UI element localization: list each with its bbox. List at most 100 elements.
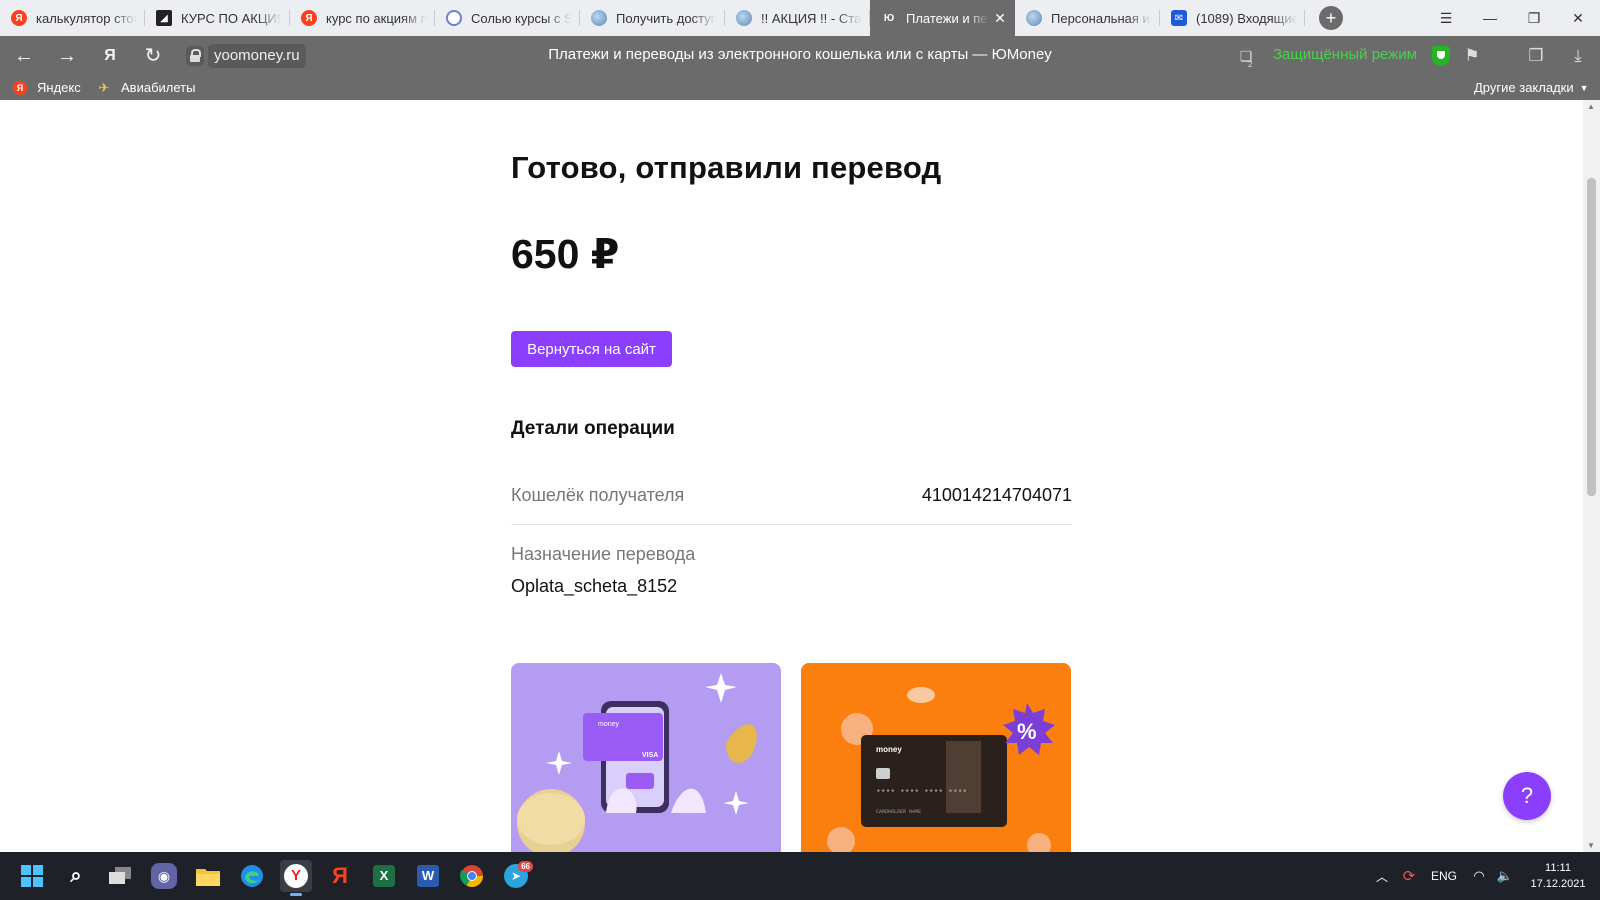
- divider: [511, 524, 1072, 525]
- tab-search[interactable]: Я курс по акциям п: [290, 0, 435, 36]
- globe-icon: [1026, 10, 1042, 26]
- address-bar[interactable]: yoomoney.ru: [208, 44, 306, 68]
- promo-card-brand: money: [876, 745, 902, 754]
- globe-icon: [736, 10, 752, 26]
- close-icon[interactable]: ✕: [993, 10, 1007, 27]
- windows-taskbar: ⌕ ◉ Y Я X W ➤ 66 ︿ ⟳ ENG ◠ 🔈 11:11 17.12.…: [0, 852, 1600, 900]
- scroll-up-icon[interactable]: ▲: [1587, 102, 1595, 111]
- protect-mode-label[interactable]: Защищённый режим: [1273, 46, 1417, 63]
- bookmarks-bar: Я Яндекс ✈ Авиабилеты Другие закладки ▼: [0, 76, 1600, 100]
- tabs-count-icon[interactable]: ❏ 2: [1234, 44, 1258, 69]
- tab-inbox[interactable]: ✉ (1089) Входящие: [1160, 0, 1305, 36]
- tabs-count: 2: [1248, 60, 1253, 69]
- forward-icon[interactable]: →: [55, 44, 79, 68]
- telegram-icon[interactable]: ➤ 66: [500, 860, 533, 892]
- plane-icon: ✈: [98, 79, 110, 95]
- details-title: Детали операции: [511, 418, 675, 439]
- word-icon[interactable]: W: [412, 860, 444, 892]
- excel-icon[interactable]: X: [368, 860, 400, 892]
- page-scrollbar[interactable]: ▲ ▼: [1583, 100, 1600, 852]
- task-view-icon[interactable]: [104, 860, 136, 892]
- bookmark-avia[interactable]: ✈ Авиабилеты: [97, 79, 196, 95]
- window-controls: ☰ — ❐ ✕: [1424, 0, 1600, 36]
- lock-icon[interactable]: [186, 46, 204, 66]
- tab-label: !! АКЦИЯ !! - Стат: [761, 10, 862, 26]
- telegram-badge: 66: [518, 861, 533, 872]
- tab-get-access[interactable]: Получить доступ: [580, 0, 725, 36]
- protect-shield-icon[interactable]: [1432, 46, 1450, 66]
- back-to-site-button[interactable]: Вернуться на сайт: [511, 331, 672, 367]
- tab-courses-leak[interactable]: Солью курсы с SI: [435, 0, 580, 36]
- explorer-icon[interactable]: [192, 860, 224, 892]
- tab-payments[interactable]: Ю Платежи и пер ✕: [870, 0, 1015, 36]
- promo-badge-label: %: [1017, 719, 1037, 744]
- tab-label: калькулятор стоп: [36, 10, 137, 26]
- new-tab-button[interactable]: +: [1319, 6, 1343, 30]
- promo-card-number: **** **** **** ****: [876, 789, 967, 798]
- tab-calculator[interactable]: Я калькулятор стоп: [0, 0, 145, 36]
- close-window-icon[interactable]: ✕: [1556, 10, 1600, 27]
- tab-promo[interactable]: !! АКЦИЯ !! - Стат: [725, 0, 870, 36]
- start-icon[interactable]: [16, 860, 48, 892]
- yandex-icon: Я: [13, 80, 27, 95]
- purpose-value: Oplata_scheta_8152: [511, 576, 678, 596]
- course-icon: ◢: [156, 10, 172, 26]
- clock[interactable]: 11:11 17.12.2021: [1528, 860, 1588, 892]
- chevron-up-icon[interactable]: ︿: [1370, 868, 1394, 885]
- restore-icon[interactable]: ❐: [1512, 10, 1556, 27]
- volume-icon[interactable]: 🔈: [1494, 868, 1516, 884]
- success-title: Готово, отправили перевод: [511, 150, 942, 185]
- language-indicator[interactable]: ENG: [1424, 869, 1464, 883]
- bookmark-label: Яндекс: [37, 80, 81, 95]
- shield-icon: [446, 10, 462, 26]
- tab-label: Персональная ин: [1051, 10, 1152, 26]
- reload-icon[interactable]: ↻: [141, 44, 165, 68]
- address-toolbar: ← → Я ↻ yoomoney.ru Платежи и переводы и…: [0, 36, 1600, 76]
- chrome-icon[interactable]: [456, 860, 488, 892]
- tab-label: (1089) Входящие: [1196, 10, 1297, 26]
- tab-course[interactable]: ◢ КУРС ПО АКЦИЯМ: [145, 0, 290, 36]
- mail-icon: ✉: [1171, 10, 1187, 26]
- bookmark-yandex[interactable]: Я Яндекс: [13, 80, 81, 95]
- yandex-icon: Я: [11, 10, 27, 26]
- wifi-icon[interactable]: ◠: [1464, 868, 1494, 884]
- clock-time: 11:11: [1545, 862, 1571, 874]
- tab-label: Солью курсы с SI: [471, 10, 572, 26]
- system-tray: ︿ ⟳ ENG ◠ 🔈: [1370, 852, 1516, 900]
- yandex-browser-icon[interactable]: Y: [280, 860, 312, 896]
- tab-label: Получить доступ: [616, 10, 717, 26]
- tab-label: курс по акциям п: [326, 10, 427, 26]
- wallet-label: Кошелёк получателя: [511, 485, 685, 505]
- promo-card-brand: money: [598, 721, 620, 728]
- wallet-value: 4100142147040​71: [921, 485, 1072, 505]
- other-bookmarks[interactable]: Другие закладки ▼: [1474, 80, 1589, 95]
- scroll-down-icon[interactable]: ▼: [1587, 841, 1595, 850]
- clock-date: 17.12.2021: [1530, 878, 1586, 890]
- promo-card-bankcard[interactable]: money **** **** **** **** CARDHOLDER NAM…: [801, 663, 1071, 852]
- yandex-home-icon[interactable]: Я: [98, 44, 122, 68]
- promo-card-holder: CARDHOLDER NAME: [876, 809, 921, 815]
- download-icon[interactable]: ⤓: [1566, 44, 1590, 68]
- other-bookmarks-label: Другие закладки: [1474, 80, 1574, 95]
- phone-illustration: money VISA: [517, 673, 757, 852]
- chat-icon[interactable]: ◉: [151, 863, 177, 889]
- help-button[interactable]: ?: [1503, 772, 1551, 820]
- tab-personal[interactable]: Персональная ин: [1015, 0, 1160, 36]
- page-content: Готово, отправили перевод 650 ₽ Вернутьс…: [0, 100, 1583, 852]
- tab-strip: Я калькулятор стоп ◢ КУРС ПО АКЦИЯМ Я ку…: [0, 0, 1600, 36]
- tabs-menu-icon[interactable]: ☰: [1424, 10, 1468, 27]
- globe-icon: [591, 10, 607, 26]
- minimize-icon[interactable]: —: [1468, 10, 1512, 26]
- bookmark-icon[interactable]: ⚑: [1460, 44, 1484, 68]
- search-icon[interactable]: ⌕: [60, 860, 92, 892]
- back-icon[interactable]: ←: [12, 44, 36, 68]
- sync-icon[interactable]: ⟳: [1394, 867, 1424, 885]
- scroll-thumb[interactable]: [1587, 178, 1596, 496]
- bankcard-illustration: money **** **** **** **** CARDHOLDER NAM…: [827, 687, 1055, 852]
- tab-label: Платежи и пер: [906, 10, 989, 26]
- collections-icon[interactable]: ❒: [1524, 44, 1548, 68]
- promo-card-wallet[interactable]: money VISA: [511, 663, 781, 852]
- purpose-label: Назначение перевода: [511, 544, 696, 564]
- edge-icon[interactable]: [236, 860, 268, 892]
- yandex-icon[interactable]: Я: [324, 860, 356, 892]
